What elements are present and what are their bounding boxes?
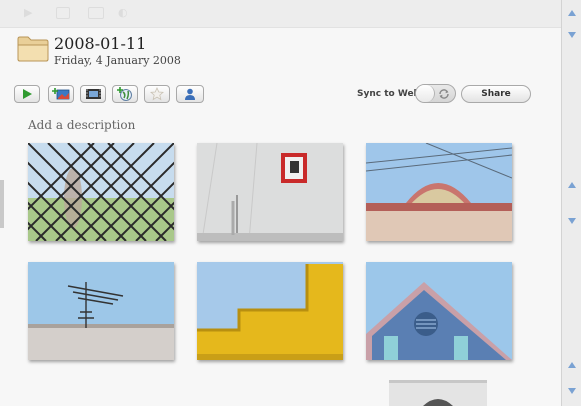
down-arrow-icon <box>568 32 576 38</box>
add-movie-button[interactable] <box>80 85 106 103</box>
scroll-up-button[interactable] <box>563 4 581 22</box>
left-edge-handle <box>0 180 4 228</box>
scroll-up-button-3[interactable] <box>563 356 581 374</box>
white-wall-image <box>197 143 343 241</box>
play-icon[interactable]: ▶ <box>24 6 32 19</box>
page-title: 2008-01-11 <box>54 34 147 53</box>
vertical-scrollbar[interactable] <box>561 0 581 406</box>
scroll-down-button-2[interactable] <box>563 212 581 230</box>
favorite-button[interactable] <box>144 85 170 103</box>
globe-icon[interactable]: ◐ <box>118 6 128 19</box>
up-arrow-icon <box>568 182 576 188</box>
sync-toggle[interactable] <box>415 84 456 103</box>
photo-thumbnail-gable[interactable] <box>366 262 512 360</box>
film-icon <box>86 89 101 99</box>
add-photo-icon <box>52 88 70 100</box>
description-field[interactable]: Add a description <box>28 118 135 132</box>
up-arrow-icon <box>568 362 576 368</box>
play-button[interactable] <box>14 85 40 103</box>
add-photo-button[interactable] <box>48 85 74 103</box>
share-button[interactable]: Share <box>461 85 531 103</box>
sync-label: Sync to Web <box>357 89 420 99</box>
down-arrow-icon <box>568 388 576 394</box>
photo-thumbnail-fence[interactable] <box>28 143 174 241</box>
scroll-down-button[interactable] <box>563 26 581 44</box>
blue-gable-image <box>366 262 512 360</box>
page-subtitle: Friday, 4 January 2008 <box>54 54 181 67</box>
play-icon <box>23 89 32 99</box>
top-toolbar: ▶ ◐ <box>0 0 561 28</box>
chain-link-fence-image <box>28 143 174 241</box>
photo-thumbnail-antenna[interactable] <box>28 262 174 360</box>
photo-thumbnail-partial[interactable] <box>389 380 487 406</box>
scroll-down-button-3[interactable] <box>563 382 581 400</box>
toggle-knob[interactable] <box>416 85 435 102</box>
folder-icon <box>17 36 49 62</box>
photo-window: ▶ ◐ 2008-01-11 Friday, 4 January 2008 Sy… <box>0 0 581 406</box>
photo-thumbnail-window[interactable] <box>197 143 343 241</box>
partial-photo-image <box>389 380 487 406</box>
up-arrow-icon <box>568 10 576 16</box>
photo-thumbnail-yellow[interactable] <box>197 262 343 360</box>
film-icon[interactable] <box>88 7 104 19</box>
yellow-wall-image <box>197 262 343 360</box>
down-arrow-icon <box>568 218 576 224</box>
photo-thumbnail-arch[interactable] <box>366 143 512 241</box>
add-web-button[interactable] <box>112 85 138 103</box>
sync-icon <box>439 89 449 99</box>
scroll-up-button-2[interactable] <box>563 176 581 194</box>
tv-antenna-image <box>28 262 174 360</box>
photo-icon[interactable] <box>56 7 70 19</box>
globe-icon <box>117 87 132 101</box>
arched-parapet-image <box>366 143 512 241</box>
person-icon <box>185 88 195 100</box>
people-button[interactable] <box>176 85 204 103</box>
star-icon <box>150 87 164 101</box>
